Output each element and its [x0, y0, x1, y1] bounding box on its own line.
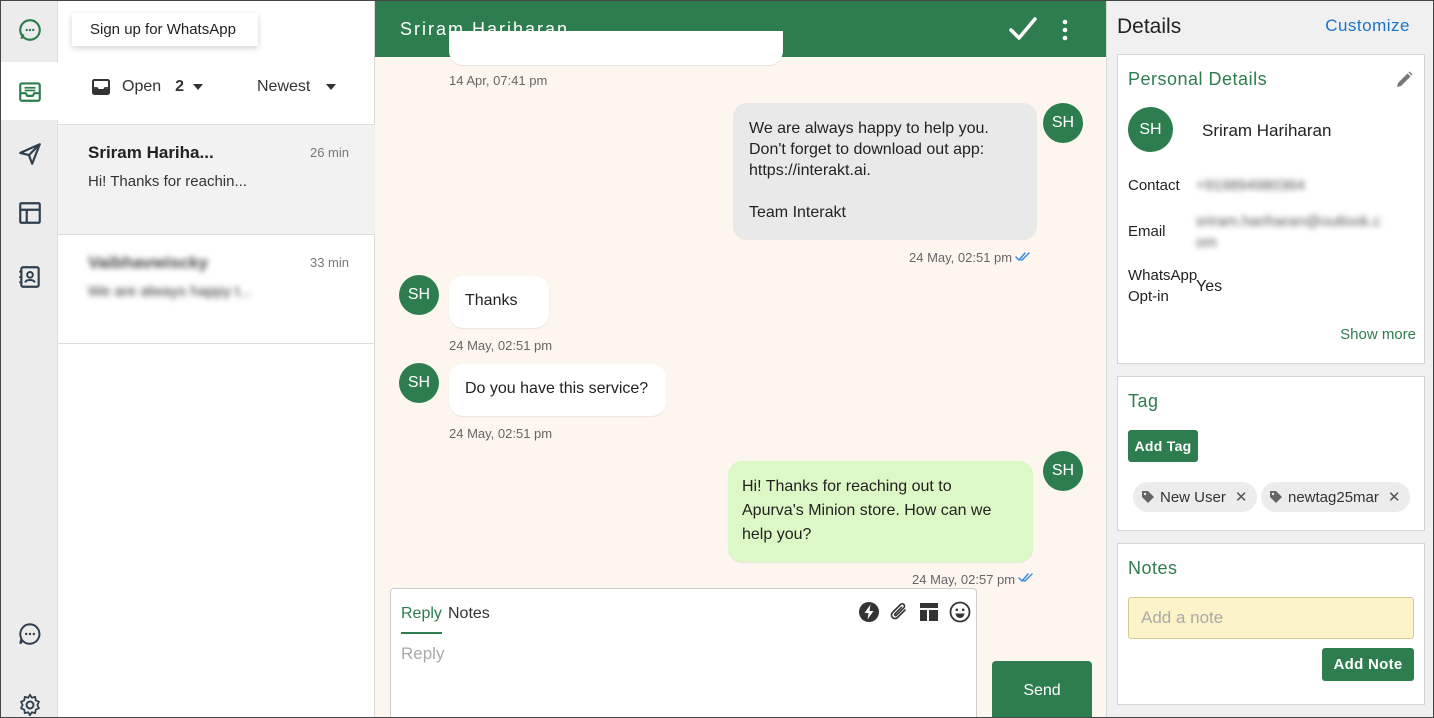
more-options-icon[interactable] [1060, 19, 1070, 41]
email-value: sriram.hariharan@outlook.com [1196, 213, 1381, 251]
tag-icon [1270, 491, 1282, 503]
chevron-down-icon [326, 84, 337, 90]
double-check-read-icon [1018, 573, 1033, 583]
message-timestamp: 14 Apr, 07:41 pm [449, 73, 548, 88]
personal-details-title: Personal Details [1128, 69, 1268, 89]
message-timestamp: 24 May, 02:51 pm [909, 250, 1013, 265]
layout-icon[interactable] [1, 184, 58, 242]
message-bubble-incoming: Do you have this service? [449, 364, 666, 416]
tab-reply[interactable]: Reply [401, 605, 442, 634]
avatar: SH [399, 275, 439, 315]
contact-value: +919894980364 [1196, 177, 1305, 194]
tag-card: Tag Add Tag New User ✕ newtag25mar ✕ [1117, 376, 1425, 531]
conversation-list-item[interactable]: Vaibhavwiscky 33 min We are always happy… [58, 234, 375, 344]
sort-label: Newest [257, 78, 311, 95]
conversation-list-panel: Sign up for WhatsApp Open 2 Newest Srira… [58, 1, 375, 717]
avatar: SH [1128, 107, 1173, 152]
send-campaign-icon[interactable] [1, 125, 58, 183]
customize-link[interactable]: Customize [1325, 16, 1410, 36]
message-bubble-outgoing: Hi! Thanks for reaching out to Apurva's … [728, 461, 1033, 562]
edit-pencil-icon[interactable] [1394, 70, 1414, 90]
tag-label: newtag25mar [1288, 488, 1379, 506]
emoji-smiley-icon[interactable] [949, 601, 971, 623]
tag-label: New User [1160, 488, 1226, 506]
sort-dropdown[interactable]: Newest [257, 78, 337, 96]
add-tag-button[interactable]: Add Tag [1128, 430, 1198, 462]
chat-panel: Sriram Hariharan 14 Apr, 07:41 pm We are… [375, 1, 1107, 717]
conversation-name: Sriram Hariha... [88, 143, 214, 162]
app-window: Sign up for WhatsApp Open 2 Newest Srira… [0, 0, 1434, 718]
whatsapp-optin-label: WhatsApp Opt-in [1128, 267, 1198, 305]
details-panel: Details Customize Personal Details SH Sr… [1107, 1, 1433, 717]
status-filter-dropdown[interactable]: Open 2 [92, 78, 204, 96]
message-composer: Reply Notes [390, 588, 977, 717]
status-filter-label: Open [122, 78, 162, 95]
icon-rail [1, 1, 58, 717]
avatar: SH [1043, 103, 1083, 143]
tag-chip: New User ✕ [1133, 482, 1258, 512]
tag-chip: newtag25mar ✕ [1261, 482, 1411, 512]
inbox-icon[interactable] [1, 62, 58, 120]
conversation-list-item[interactable]: Sriram Hariha... 26 min Hi! Thanks for r… [58, 124, 375, 234]
resolve-check-icon[interactable] [1008, 15, 1038, 43]
conversation-filters: Open 2 Newest [58, 61, 375, 115]
close-icon[interactable]: ✕ [1388, 488, 1401, 506]
tag-icon [1142, 491, 1154, 503]
contacts-icon[interactable] [1, 248, 58, 306]
quick-reply-bolt-icon[interactable] [858, 601, 880, 623]
note-input[interactable] [1128, 597, 1414, 639]
close-icon[interactable]: ✕ [1235, 488, 1248, 506]
tab-notes[interactable]: Notes [448, 605, 490, 623]
reply-input[interactable] [401, 644, 961, 664]
message-timestamp: 24 May, 02:57 pm [912, 572, 1016, 587]
status-filter-count: 2 [175, 78, 185, 95]
inbox-tray-icon [92, 79, 110, 95]
conversation-name: Vaibhavwiscky [88, 253, 209, 272]
tag-title: Tag [1128, 391, 1159, 411]
email-label: Email [1128, 223, 1166, 240]
settings-gear-icon[interactable] [1, 676, 58, 717]
double-check-read-icon [1015, 252, 1030, 262]
conversation-preview: Hi! Thanks for reachin... [88, 173, 247, 190]
avatar: SH [1043, 451, 1083, 491]
message-bubble-outgoing: We are always happy to help you. Don't f… [733, 103, 1037, 239]
contact-label: Contact [1128, 177, 1180, 194]
message-bubble-partial [449, 31, 783, 65]
logo-chat-icon[interactable] [1, 1, 58, 59]
conversation-time: 26 min [309, 145, 349, 160]
paperclip-attach-icon[interactable] [888, 601, 910, 623]
message-timestamp: 24 May, 02:51 pm [449, 426, 553, 441]
show-more-link[interactable]: Show more [1340, 326, 1416, 343]
conversation-time: 33 min [309, 255, 349, 270]
conversation-preview: We are always happy t... [88, 283, 252, 300]
send-button[interactable]: Send [992, 661, 1092, 717]
notes-card: Notes Add Note [1117, 543, 1425, 705]
message-timestamp: 24 May, 02:51 pm [449, 338, 553, 353]
template-icon[interactable] [918, 601, 940, 623]
contact-name: Sriram Hariharan [1202, 121, 1332, 140]
notes-title: Notes [1128, 558, 1178, 578]
message-bubble-incoming: Thanks [449, 276, 549, 328]
personal-details-card: Personal Details SH Sriram Hariharan Con… [1117, 54, 1425, 364]
signup-whatsapp-banner[interactable]: Sign up for WhatsApp [72, 13, 258, 46]
details-title: Details [1117, 15, 1182, 38]
chat-bubble-icon[interactable] [1, 605, 58, 663]
whatsapp-optin-value: Yes [1196, 278, 1223, 295]
chevron-down-icon [193, 84, 204, 90]
avatar: SH [399, 363, 439, 403]
add-note-button[interactable]: Add Note [1322, 648, 1414, 681]
